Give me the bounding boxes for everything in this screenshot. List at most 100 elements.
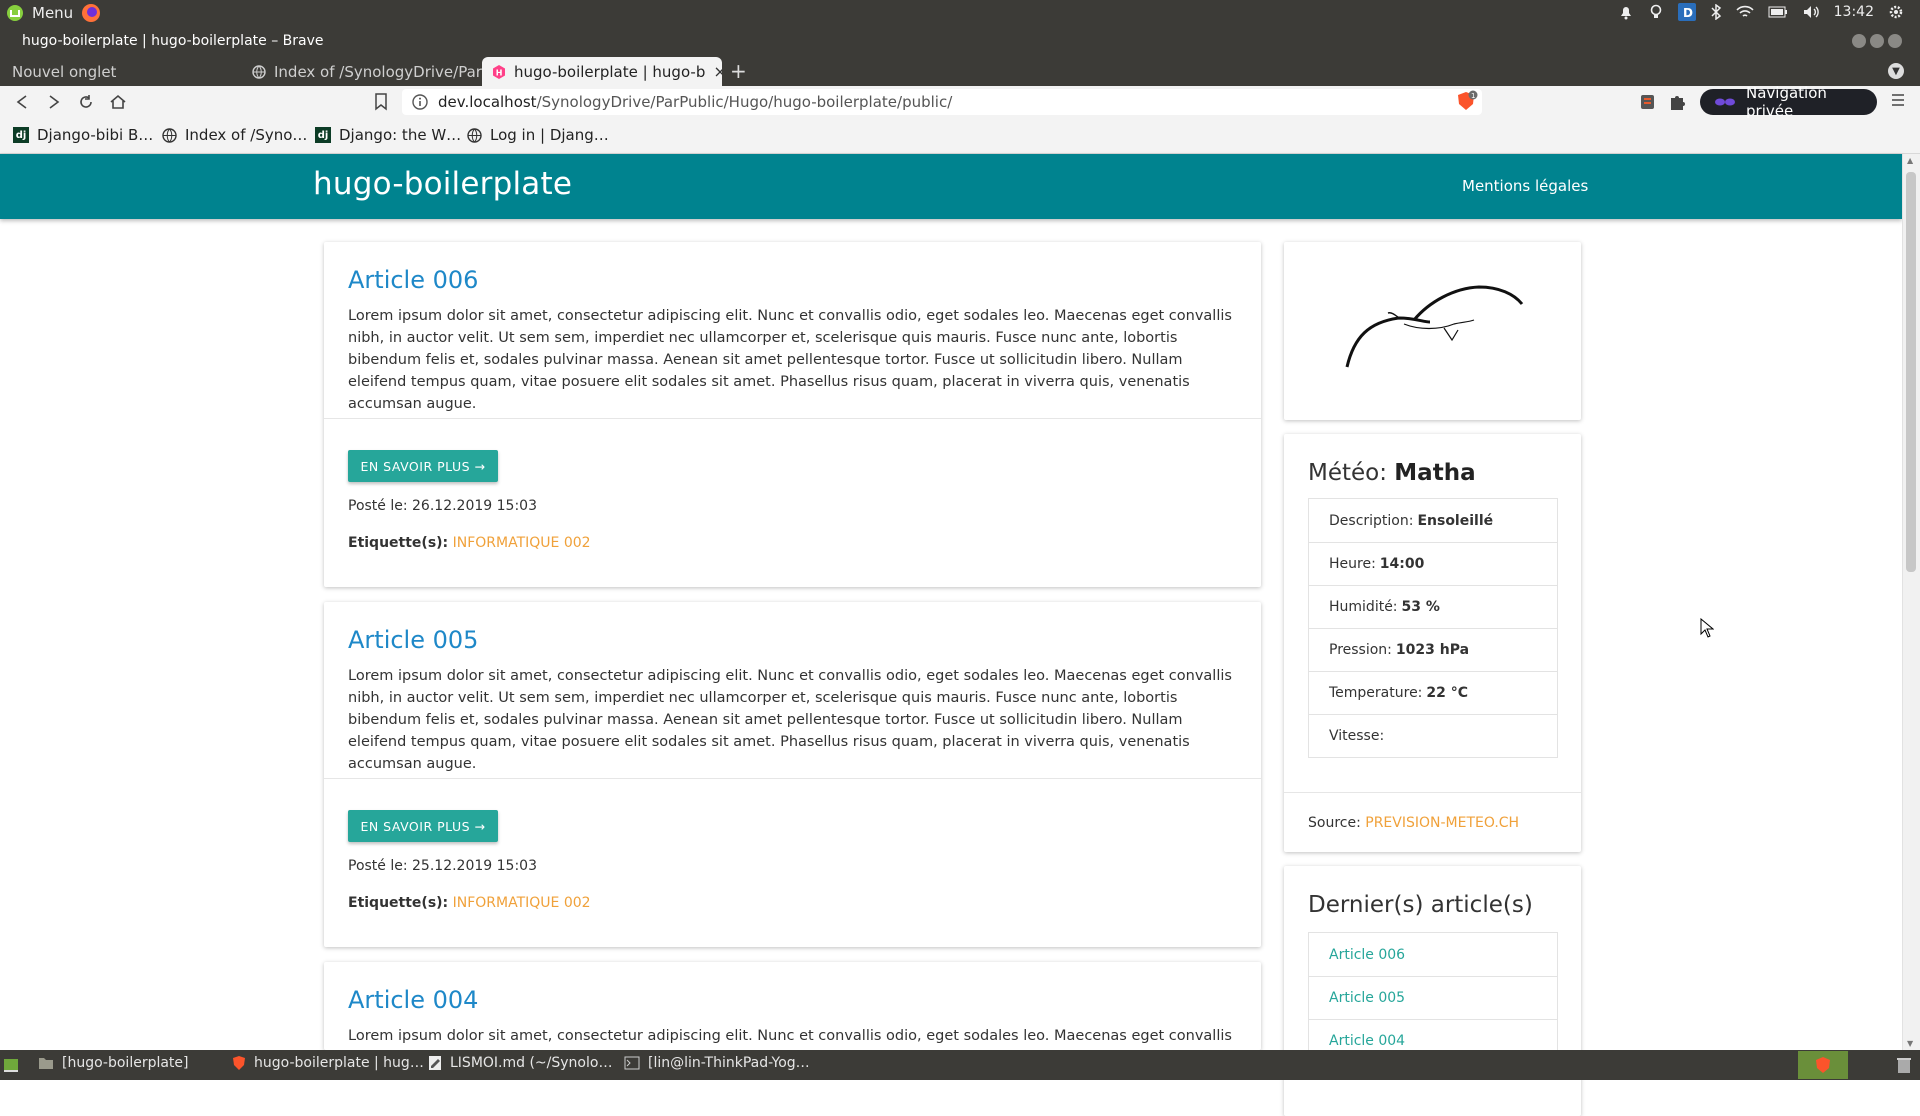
article-card: Article 005 Lorem ipsum dolor sit amet, … — [324, 602, 1261, 947]
close-tab-icon[interactable]: × — [713, 62, 722, 81]
weather-row-humidite: Humidité: 53 % — [1309, 585, 1557, 628]
home-icon[interactable] — [108, 92, 128, 112]
taskbar-item-terminal[interactable]: [lin@lin-ThinkPad-Yog… — [624, 1055, 810, 1071]
read-more-button[interactable]: EN SAVOIR PLUS → — [348, 450, 498, 482]
card-divider — [324, 778, 1261, 779]
taskbar-label: [lin@lin-ThinkPad-Yog… — [648, 1055, 810, 1071]
latest-article-link[interactable]: Article 005 — [1309, 976, 1557, 1019]
globe-icon — [252, 64, 266, 79]
bookmark-index-syno[interactable]: Index of /Syno… — [162, 126, 307, 144]
bookmark-django-web[interactable]: dj Django: the W… — [315, 126, 461, 144]
weather-source: Source: PREVISION-METEO.CH — [1308, 815, 1519, 831]
tray-brave-applet[interactable] — [1798, 1051, 1848, 1079]
article-title-link[interactable]: Article 006 — [348, 266, 478, 294]
latest-articles-list: Article 006 Article 005 Article 004 — [1308, 932, 1558, 1063]
source-link[interactable]: PREVISION-METEO.CH — [1365, 815, 1519, 831]
weather-row-pression: Pression: 1023 hPa — [1309, 628, 1557, 671]
bookmark-page-icon[interactable] — [374, 93, 388, 111]
private-label: Navigation privée — [1746, 84, 1827, 120]
taskbar-item-editor[interactable]: LISMOI.md (~/Synolo… — [428, 1055, 612, 1071]
globe-icon — [162, 127, 177, 143]
private-window-badge[interactable]: Navigation privée — [1700, 84, 1877, 120]
weather-label: Heure: — [1329, 556, 1376, 572]
address-bar[interactable]: dev.localhost/SynologyDrive/ParPublic/Hu… — [402, 89, 1482, 115]
tab-new-tab[interactable]: Nouvel onglet — [2, 57, 242, 86]
brave-shields-icon[interactable]: 1 — [1456, 90, 1478, 114]
site-header: hugo-boilerplate Mentions légales — [0, 154, 1902, 219]
posted-date: Posté le: 26.12.2019 15:03 — [348, 498, 537, 514]
url-host: dev.localhost — [438, 93, 537, 111]
tab-list-chevron-icon[interactable]: ▼ — [1888, 63, 1904, 79]
weather-label: Temperature: — [1329, 685, 1423, 701]
terminal-icon — [624, 1056, 640, 1070]
bookmark-label: Index of /Syno… — [185, 126, 308, 144]
forward-icon[interactable] — [44, 92, 64, 112]
globe-icon — [467, 127, 482, 143]
mouse-cursor-icon — [1700, 618, 1714, 638]
trash-icon[interactable] — [1896, 1056, 1912, 1074]
read-more-button[interactable]: EN SAVOIR PLUS → — [348, 810, 498, 842]
bookmark-label: Django-bibi B… — [37, 126, 154, 144]
settings-gear-icon[interactable] — [1888, 4, 1904, 20]
nav-mentions-legales[interactable]: Mentions légales — [1462, 177, 1588, 195]
taskbar-item-brave[interactable]: hugo-boilerplate | hug… — [232, 1055, 424, 1071]
scroll-up-arrow-icon[interactable]: ▲ — [1907, 156, 1913, 165]
site-title-link[interactable]: hugo-boilerplate — [313, 166, 572, 202]
maximize-button[interactable] — [1870, 34, 1884, 48]
firefox-icon[interactable] — [81, 3, 101, 23]
volume-icon[interactable] — [1802, 4, 1820, 20]
bookmark-login-django[interactable]: Log in | Djang… — [467, 126, 609, 144]
weather-card: Météo: Matha Description: Ensoleillé Heur… — [1284, 434, 1581, 852]
article-tags: Etiquette(s): INFORMATIQUE 002 — [348, 535, 591, 551]
browser-toolbar: dev.localhost/SynologyDrive/ParPublic/Hu… — [0, 84, 1920, 120]
article-excerpt: Lorem ipsum dolor sit amet, consectetur … — [348, 308, 1232, 412]
scroll-down-arrow-icon[interactable]: ▼ — [1907, 1039, 1913, 1048]
weather-value: 1023 hPa — [1395, 642, 1470, 658]
tab-hugo-boilerplate[interactable]: H hugo-boilerplate | hugo-b × — [482, 57, 722, 86]
bookmark-label: Django: the W… — [339, 126, 462, 144]
redshift-bulb-icon[interactable] — [1648, 4, 1664, 20]
close-window-button[interactable] — [1888, 34, 1902, 48]
clock[interactable]: 13:42 — [1834, 4, 1874, 20]
weather-value: 22 °C — [1426, 685, 1469, 701]
svg-text:D: D — [1683, 6, 1693, 20]
main-menu-icon[interactable] — [1890, 92, 1906, 108]
os-menu-button[interactable]: Menu — [6, 3, 101, 23]
latest-article-link[interactable]: Article 006 — [1309, 933, 1557, 976]
tab-label: Nouvel onglet — [12, 62, 117, 81]
site-info-icon[interactable] — [412, 94, 428, 110]
tag-link[interactable]: INFORMATIQUE 002 — [453, 895, 591, 911]
tab-strip: Nouvel onglet Index of /SynologyDrive/Pa… — [0, 57, 1920, 86]
battery-icon[interactable] — [1768, 6, 1788, 18]
article-title-link[interactable]: Article 005 — [348, 626, 478, 654]
back-icon[interactable] — [12, 92, 32, 112]
wifi-icon[interactable] — [1736, 5, 1754, 19]
folder-icon — [38, 1056, 54, 1070]
scroll-thumb[interactable] — [1906, 172, 1916, 572]
weather-location: Matha — [1394, 460, 1476, 486]
bluetooth-icon[interactable] — [1710, 4, 1722, 20]
taskbar-item-file-manager[interactable]: [hugo-boilerplate] — [38, 1055, 189, 1071]
wallet-icon[interactable] — [1640, 93, 1656, 111]
latest-articles-title: Dernier(s) article(s) — [1308, 892, 1533, 918]
dropbox-d-icon[interactable]: D — [1677, 3, 1696, 21]
extensions-puzzle-icon[interactable] — [1668, 93, 1686, 111]
minimize-button[interactable] — [1852, 34, 1866, 48]
page-scrollbar[interactable]: ▲ ▼ — [1902, 154, 1920, 1050]
tags-label: Etiquette(s): — [348, 535, 449, 551]
new-tab-button[interactable]: + — [730, 59, 747, 83]
os-taskbar: [hugo-boilerplate] hugo-boilerplate | hu… — [0, 1050, 1920, 1080]
show-desktop-icon[interactable] — [3, 1057, 19, 1073]
tab-index-synology[interactable]: Index of /SynologyDrive/ParP — [242, 57, 482, 86]
weather-title-prefix: Météo: — [1308, 460, 1387, 486]
tag-link[interactable]: INFORMATIQUE 002 — [453, 535, 591, 551]
reload-icon[interactable] — [76, 92, 96, 112]
article-card: Article 004 Lorem ipsum dolor sit amet, … — [324, 962, 1261, 1050]
weather-row-heure: Heure: 14:00 — [1309, 542, 1557, 585]
tags-label: Etiquette(s): — [348, 895, 449, 911]
article-title-link[interactable]: Article 004 — [348, 986, 478, 1014]
notification-bell-icon[interactable] — [1618, 4, 1634, 20]
bookmark-django-bibi[interactable]: dj Django-bibi B… — [13, 126, 153, 144]
editor-icon — [428, 1055, 442, 1071]
article-excerpt: Lorem ipsum dolor sit amet, consectetur … — [348, 1028, 1232, 1044]
